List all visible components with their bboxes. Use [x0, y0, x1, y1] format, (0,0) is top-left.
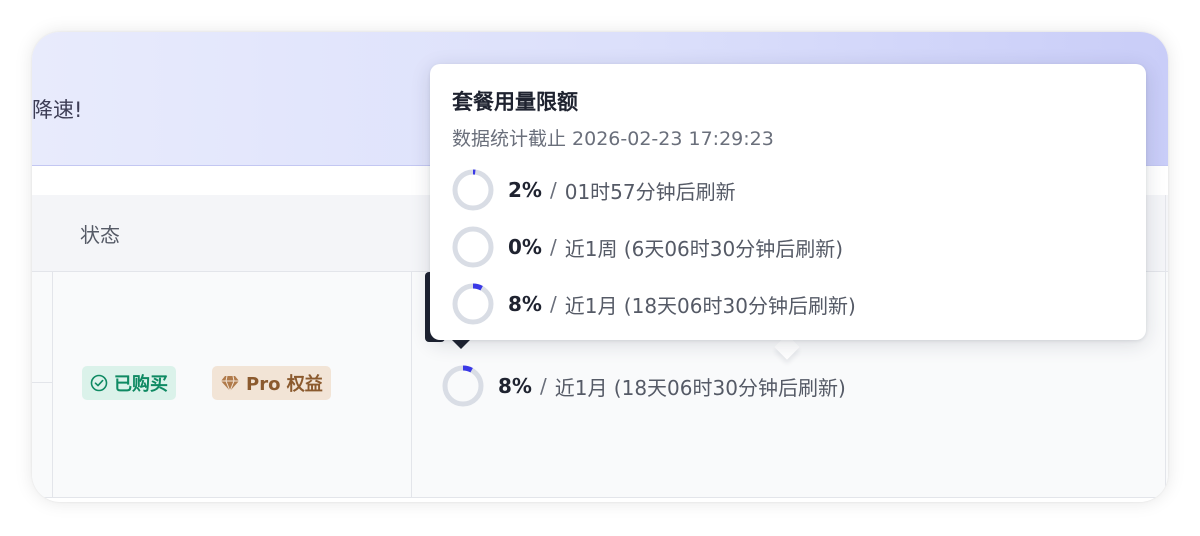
usage-ring-icon [452, 283, 494, 325]
separator: / [549, 178, 557, 202]
separator: / [539, 374, 547, 398]
usage-percent: 2% [508, 178, 542, 202]
ring-track [452, 169, 494, 211]
usage-item-weekly: 0% / 近1周 (6天06时30分钟后刷新) [452, 226, 843, 268]
separator: / [549, 292, 557, 316]
usage-detail: 01时57分钟后刷新 [564, 179, 736, 204]
pro-benefit-badge: Pro 权益 [212, 366, 331, 400]
purchased-badge: 已购买 [82, 366, 176, 400]
usage-ring-icon [452, 169, 494, 211]
ring-track [452, 226, 494, 268]
usage-detail: 近1月 (18天06时30分钟后刷新) [554, 375, 846, 400]
pro-badge-label: Pro 权益 [246, 374, 323, 395]
column-divider [411, 272, 412, 498]
monthly-usage-summary[interactable]: 8% / 近1月 (18天06时30分钟后刷新) [442, 365, 846, 407]
separator: / [549, 235, 557, 259]
usage-percent: 8% [508, 292, 542, 316]
column-divider [1165, 195, 1166, 498]
check-circle-icon [90, 374, 108, 392]
diamond-icon [221, 375, 239, 392]
ring-track [452, 283, 494, 325]
usage-item-daily: 2% / 01时57分钟后刷新 [452, 169, 736, 211]
status-column-header: 状态 [80, 223, 120, 247]
popover-title: 套餐用量限额 [452, 90, 578, 114]
quota-popover: 套餐用量限额 数据统计截止 2026-02-23 17:29:23 2% / 0… [430, 64, 1146, 340]
row-divider [32, 382, 52, 383]
column-divider [52, 272, 53, 498]
usage-percent: 0% [508, 235, 542, 259]
usage-detail: 近1周 (6天06时30分钟后刷新) [564, 236, 844, 261]
popover-subtitle: 数据统计截止 2026-02-23 17:29:23 [452, 128, 774, 150]
usage-item-monthly: 8% / 近1月 (18天06时30分钟后刷新) [452, 283, 856, 325]
row-divider [32, 497, 1168, 498]
usage-ring-icon [442, 365, 484, 407]
usage-percent: 8% [498, 374, 532, 398]
usage-detail: 近1月 (18天06时30分钟后刷新) [564, 293, 856, 318]
ring-track [442, 365, 484, 407]
purchased-badge-label: 已购买 [114, 374, 168, 395]
usage-ring-icon [452, 226, 494, 268]
banner-text: 降速! [32, 98, 83, 122]
